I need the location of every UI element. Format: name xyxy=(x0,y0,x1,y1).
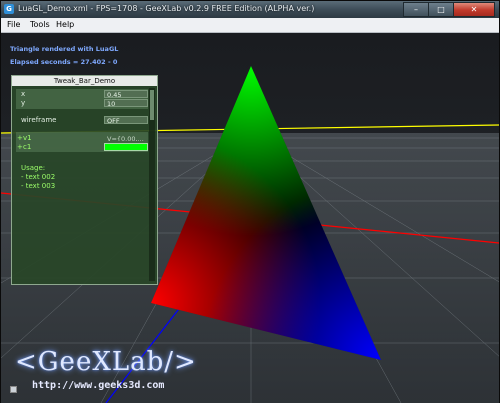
c1-expand-icon[interactable]: + xyxy=(17,143,23,151)
overlay-title: Triangle rendered with LuaGL xyxy=(10,45,119,53)
menu-file[interactable]: File xyxy=(7,20,20,29)
x-label: x xyxy=(21,90,26,98)
render-viewport[interactable]: Triangle rendered with LuaGL Elapsed sec… xyxy=(1,33,499,403)
menu-tools[interactable]: Tools xyxy=(30,20,50,29)
v1-label: v1 xyxy=(23,134,32,142)
v1-expand-icon[interactable]: + xyxy=(17,134,23,142)
wireframe-toggle[interactable]: OFF xyxy=(104,116,148,124)
c1-label: c1 xyxy=(23,143,32,151)
y-value-field[interactable]: 10 xyxy=(104,99,148,107)
usage-item: - text 002 xyxy=(21,173,56,181)
x-value-field[interactable]: 0.45 xyxy=(104,90,148,98)
usage-heading: Usage: xyxy=(21,164,46,172)
website-url[interactable]: http://www.geeks3d.com xyxy=(32,380,164,391)
y-label: y xyxy=(21,99,26,107)
maximize-icon: □ xyxy=(437,5,445,14)
wireframe-label: wireframe xyxy=(21,116,57,124)
minimize-icon: – xyxy=(414,5,418,14)
close-icon: ✕ xyxy=(470,5,478,14)
menu-bar: File Tools Help xyxy=(1,18,499,33)
corner-handle-icon[interactable] xyxy=(10,386,17,393)
tweak-bar-title[interactable]: Tweak_Bar_Demo xyxy=(12,76,157,86)
scroll-thumb[interactable] xyxy=(150,90,154,120)
window-title: LuaGL_Demo.xml - FPS=1708 - GeeXLab v0.2… xyxy=(18,4,315,13)
maximize-button[interactable]: □ xyxy=(428,2,454,17)
usage-item: - text 003 xyxy=(21,182,56,190)
v1-value-field[interactable]: V={0.00,... xyxy=(104,134,148,142)
menu-help[interactable]: Help xyxy=(56,20,74,29)
tweak-bar[interactable]: Tweak_Bar_Demo x 0.45 y 10 wireframe OFF… xyxy=(11,75,158,285)
app-icon[interactable]: G xyxy=(4,4,14,14)
c1-color-swatch[interactable] xyxy=(104,143,148,151)
title-bar[interactable]: G LuaGL_Demo.xml - FPS=1708 - GeeXLab v0… xyxy=(1,1,499,18)
geexlab-logo: <GeeXLab/> xyxy=(15,347,197,377)
elapsed-seconds: Elapsed seconds = 27.402 - 0 xyxy=(10,58,118,66)
tweak-bar-scrollbar[interactable] xyxy=(149,88,155,281)
minimize-button[interactable]: – xyxy=(403,2,429,17)
close-button[interactable]: ✕ xyxy=(453,2,495,17)
app-window: G LuaGL_Demo.xml - FPS=1708 - GeeXLab v0… xyxy=(0,0,500,403)
window-controls: – □ ✕ xyxy=(403,2,495,17)
